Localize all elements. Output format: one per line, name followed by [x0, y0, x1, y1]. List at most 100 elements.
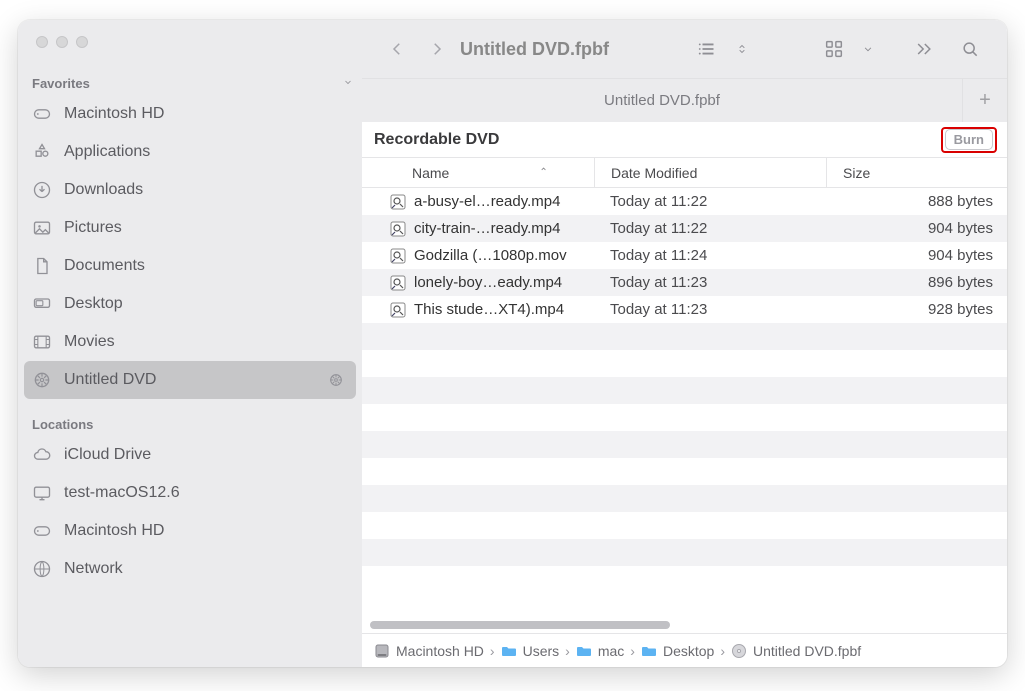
sidebar-item-movies[interactable]: Movies — [18, 323, 362, 361]
sidebar-item-pictures[interactable]: Pictures — [18, 209, 362, 247]
sidebar-item-label: Downloads — [64, 181, 143, 199]
empty-row — [362, 458, 1007, 485]
sidebar-item-network[interactable]: Network — [18, 550, 362, 588]
locations-label: Locations — [32, 417, 93, 432]
path-label: mac — [598, 643, 624, 659]
path-seg-mac[interactable]: mac — [576, 643, 624, 659]
sidebar-item-label: test-macOS12.6 — [64, 484, 180, 502]
close-button[interactable] — [36, 36, 48, 48]
path-label: Desktop — [663, 643, 714, 659]
path-label: Untitled DVD.fpbf — [753, 643, 861, 659]
sidebar-item-label: Documents — [64, 257, 145, 275]
tab-label: Untitled DVD.fpbf — [604, 92, 720, 109]
favorites-label: Favorites — [32, 76, 90, 91]
pictures-icon — [32, 218, 52, 238]
path-seg-users[interactable]: Users — [501, 643, 560, 659]
sidebar-item-macintosh-hd[interactable]: Macintosh HD — [18, 95, 362, 133]
empty-row — [362, 485, 1007, 512]
alias-file-icon — [390, 194, 406, 210]
group-by-button[interactable] — [815, 32, 853, 66]
folder-icon — [501, 643, 517, 659]
sidebar-item-label: Desktop — [64, 295, 123, 313]
burn-highlight: Burn — [941, 127, 997, 153]
locations-header[interactable]: Locations — [18, 413, 362, 436]
table-row[interactable]: This stude…XT4).mp4Today at 11:23928 byt… — [362, 296, 1007, 323]
disc-icon — [731, 643, 747, 659]
column-headers: Name ⌃ Date Modified Size — [362, 158, 1007, 188]
col-name[interactable]: Name ⌃ — [362, 165, 594, 181]
favorites-header[interactable]: Favorites — [18, 72, 362, 95]
chevron-right-icon: › — [565, 643, 570, 659]
finder-window: Favorites Macintosh HD Applications Down… — [18, 20, 1007, 667]
desktop-icon — [32, 294, 52, 314]
table-row[interactable]: city-train-…ready.mp4Today at 11:22904 b… — [362, 215, 1007, 242]
file-date: Today at 11:22 — [594, 220, 826, 237]
cloud-icon — [32, 445, 52, 465]
forward-button[interactable] — [420, 32, 454, 66]
empty-row — [362, 566, 1007, 593]
back-button[interactable] — [380, 32, 414, 66]
empty-row — [362, 539, 1007, 566]
sidebar-item-untitled-dvd[interactable]: Untitled DVD — [24, 361, 356, 399]
chevron-down-icon — [342, 76, 354, 91]
empty-row — [362, 377, 1007, 404]
file-date: Today at 11:23 — [594, 301, 826, 318]
table-row[interactable]: a-busy-el…ready.mp4Today at 11:22888 byt… — [362, 188, 1007, 215]
path-seg-hd[interactable]: Macintosh HD — [374, 643, 484, 659]
col-size-label: Size — [843, 165, 870, 181]
sidebar-item-desktop[interactable]: Desktop — [18, 285, 362, 323]
horizontal-scrollbar[interactable] — [370, 621, 999, 629]
sidebar-item-documents[interactable]: Documents — [18, 247, 362, 285]
file-date: Today at 11:24 — [594, 247, 826, 264]
alias-file-icon — [390, 275, 406, 291]
view-list-button[interactable] — [689, 32, 727, 66]
window-title: Untitled DVD.fpbf — [460, 39, 683, 60]
new-tab-button[interactable]: + — [963, 79, 1007, 122]
path-bar: Macintosh HD › Users › mac › Desktop › — [362, 633, 1007, 667]
file-name: This stude…XT4).mp4 — [414, 301, 564, 318]
overflow-button[interactable] — [907, 32, 945, 66]
col-date[interactable]: Date Modified — [594, 158, 826, 187]
chevron-right-icon: › — [720, 643, 725, 659]
path-label: Users — [523, 643, 560, 659]
tab-untitled-dvd[interactable]: Untitled DVD.fpbf — [362, 79, 963, 122]
burn-badge-icon[interactable] — [328, 372, 344, 388]
group-by-menu-button[interactable] — [859, 32, 877, 66]
col-size[interactable]: Size — [826, 158, 1007, 187]
hdd-icon — [374, 643, 390, 659]
search-button[interactable] — [951, 32, 989, 66]
alias-file-icon — [390, 248, 406, 264]
file-date: Today at 11:23 — [594, 274, 826, 291]
file-size: 896 bytes — [826, 274, 1007, 291]
table-row[interactable]: Godzilla (…1080p.movToday at 11:24904 by… — [362, 242, 1007, 269]
burn-button[interactable]: Burn — [945, 129, 993, 150]
empty-row — [362, 404, 1007, 431]
folder-icon — [576, 643, 592, 659]
chevron-right-icon: › — [630, 643, 635, 659]
sidebar-item-loc-macintosh-hd[interactable]: Macintosh HD — [18, 512, 362, 550]
subheader-title: Recordable DVD — [374, 131, 499, 149]
empty-row — [362, 323, 1007, 350]
sidebar-item-applications[interactable]: Applications — [18, 133, 362, 171]
sidebar-item-icloud-drive[interactable]: iCloud Drive — [18, 436, 362, 474]
sidebar-item-test-macos[interactable]: test-macOS12.6 — [18, 474, 362, 512]
sidebar-item-label: Macintosh HD — [64, 105, 164, 123]
downloads-icon — [32, 180, 52, 200]
sidebar-item-label: Untitled DVD — [64, 371, 156, 389]
alias-file-icon — [390, 221, 406, 237]
scrollbar-thumb[interactable] — [370, 621, 670, 629]
folder-icon — [641, 643, 657, 659]
col-name-label: Name — [412, 165, 449, 181]
minimize-button[interactable] — [56, 36, 68, 48]
path-seg-burn-folder[interactable]: Untitled DVD.fpbf — [731, 643, 861, 659]
empty-row — [362, 512, 1007, 539]
sidebar-item-downloads[interactable]: Downloads — [18, 171, 362, 209]
sort-menu-button[interactable] — [733, 32, 751, 66]
zoom-button[interactable] — [76, 36, 88, 48]
sidebar-item-label: Applications — [64, 143, 150, 161]
sidebar-item-label: Pictures — [64, 219, 122, 237]
path-seg-desktop[interactable]: Desktop — [641, 643, 714, 659]
alias-file-icon — [390, 302, 406, 318]
table-row[interactable]: lonely-boy…eady.mp4Today at 11:23896 byt… — [362, 269, 1007, 296]
traffic-lights — [18, 36, 362, 72]
